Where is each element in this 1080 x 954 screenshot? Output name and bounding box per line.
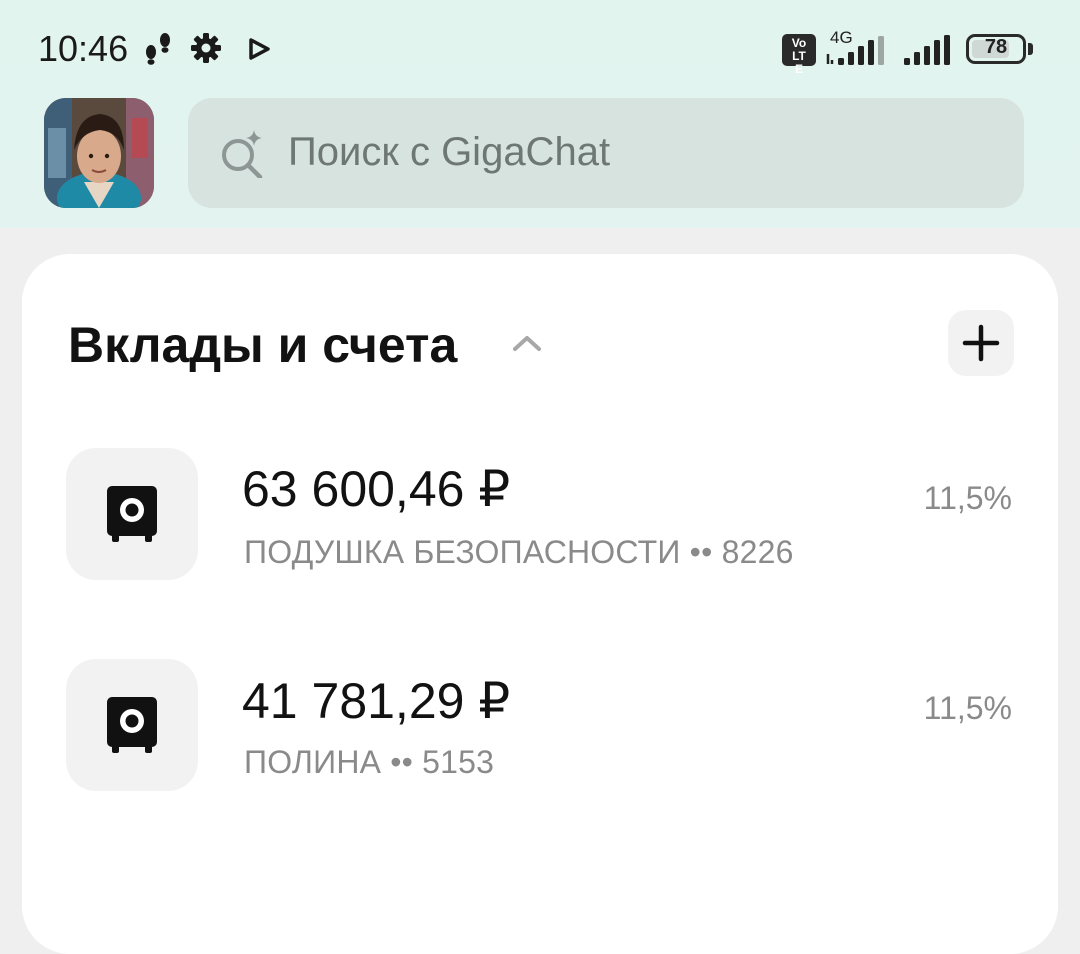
volte-label: Vo LTE — [791, 36, 807, 76]
sparkle-search-icon — [222, 130, 263, 178]
account-icon-box — [66, 659, 198, 791]
chevron-up-icon[interactable] — [510, 332, 544, 354]
search-bar[interactable]: Поиск с GigaChat — [188, 98, 1024, 208]
play-icon — [249, 38, 270, 60]
gear-icon — [191, 33, 221, 63]
account-name: ПОДУШКА БЕЗОПАСНОСТИ •• 8226 — [244, 534, 794, 570]
safe-icon — [107, 697, 157, 753]
account-rate: 11,5% — [923, 480, 1012, 516]
deposits-accounts-card: Вклады и счета 63 600,46 ₽ ПОДУШКА БЕЗОП… — [22, 254, 1058, 954]
header-area: 10:46 Vo LTE 4G 78 Поиск с GigaChat — [0, 0, 1080, 228]
account-amount: 63 600,46 ₽ — [242, 461, 511, 517]
avatar[interactable] — [44, 98, 154, 208]
volte-icon: Vo LTE — [782, 34, 816, 76]
status-time: 10:46 — [38, 28, 129, 69]
safe-icon — [107, 486, 157, 542]
account-amount: 41 781,29 ₽ — [242, 673, 511, 729]
battery-tip — [1028, 43, 1033, 55]
signal-icon — [904, 35, 950, 65]
avatar-photo — [44, 98, 154, 208]
account-icon-box — [66, 448, 198, 580]
status-bar: 10:46 Vo LTE 4G 78 — [0, 0, 1080, 96]
add-account-button[interactable] — [948, 310, 1014, 376]
section-title: Вклады и счета — [68, 317, 458, 373]
plus-icon — [962, 324, 1000, 362]
signal-4g-icon — [826, 36, 884, 65]
battery-icon: 78 — [966, 34, 1026, 64]
battery-level-text: 78 — [984, 36, 1008, 58]
footsteps-icon — [146, 33, 170, 65]
search-placeholder: Поиск с GigaChat — [288, 130, 611, 174]
account-name: ПОЛИНА •• 5153 — [244, 744, 495, 780]
account-rate: 11,5% — [923, 690, 1012, 726]
